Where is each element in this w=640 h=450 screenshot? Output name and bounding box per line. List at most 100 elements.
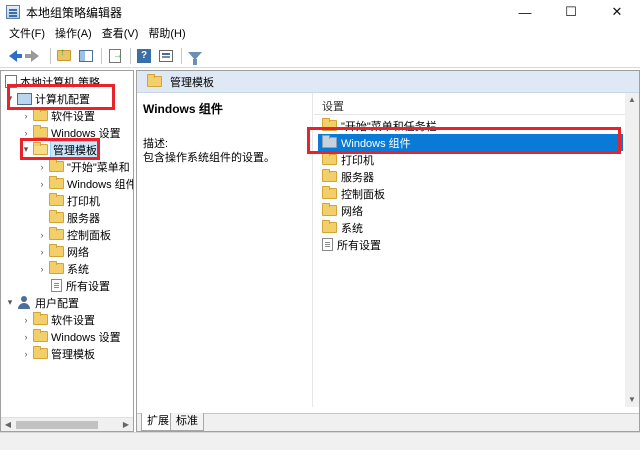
folder-icon	[322, 152, 337, 165]
expand-arrow-icon[interactable]: ›	[37, 247, 47, 257]
tree-item-uc-windows[interactable]: › Windows 设置	[21, 328, 121, 345]
folder-icon	[322, 118, 337, 131]
forward-button[interactable]	[25, 46, 45, 66]
scroll-down-icon[interactable]: ▼	[626, 394, 638, 406]
list-item-control-panel[interactable]: 控制面板	[318, 185, 623, 202]
column-header-setting[interactable]: 设置	[322, 98, 344, 114]
tree-item-label: "开始"菜单和	[67, 161, 130, 174]
expand-arrow-icon[interactable]: ›	[21, 128, 31, 138]
folder-icon	[49, 244, 64, 257]
tree-item-uc-software[interactable]: › 软件设置	[21, 311, 95, 328]
tree-item-control-panel[interactable]: › 控制面板	[37, 226, 111, 243]
expand-arrow-icon[interactable]: ›	[37, 162, 47, 172]
view-tabs: 扩展 标准	[137, 413, 639, 431]
menu-file[interactable]: 文件(F)	[4, 24, 50, 44]
details-header: 管理模板	[137, 71, 639, 93]
all-settings-icon	[51, 279, 62, 292]
list-item-label: 打印机	[341, 154, 374, 167]
list-item-all-settings[interactable]: 所有设置	[318, 236, 623, 253]
window-title: 本地组策略编辑器	[26, 5, 123, 20]
group-policy-app-icon	[6, 5, 20, 19]
tree-item-label: 所有设置	[66, 280, 110, 293]
settings-list: 设置 "开始"菜单和任务栏 Windows 组件 打印机 服务器 控制面板 网络	[314, 93, 639, 407]
expand-arrow-icon[interactable]: ›	[21, 315, 31, 325]
details-pane: 管理模板 Windows 组件 描述: 包含操作系统组件的设置。 设置 "开始"…	[136, 70, 640, 432]
folder-icon	[322, 135, 337, 148]
close-button[interactable]: ✕	[594, 0, 640, 24]
user-icon	[17, 296, 31, 309]
properties-button[interactable]	[156, 46, 176, 66]
description-text: 包含操作系统组件的设置。	[143, 152, 275, 164]
back-button[interactable]	[3, 46, 23, 66]
tree-item-cc-admin-templates[interactable]: ▾ 管理模板	[21, 140, 100, 159]
menu-bar: 文件(F) 操作(A) 查看(V) 帮助(H)	[0, 24, 640, 44]
up-one-level-button[interactable]	[54, 46, 74, 66]
folder-icon	[49, 261, 64, 274]
tree-item-label: 系统	[67, 263, 89, 276]
folder-icon	[322, 203, 337, 216]
tree-item-label: 打印机	[67, 195, 100, 208]
help-icon: ?	[137, 48, 151, 63]
column-header-divider	[314, 114, 639, 115]
collapse-arrow-icon[interactable]: ▾	[5, 297, 15, 308]
menu-view[interactable]: 查看(V)	[97, 24, 144, 44]
tree-item-label: Windows 设置	[51, 127, 121, 140]
export-list-icon	[109, 48, 123, 63]
expand-arrow-icon[interactable]: ›	[21, 332, 31, 342]
list-item-start-menu[interactable]: "开始"菜单和任务栏	[318, 117, 623, 134]
minimize-button[interactable]: —	[502, 0, 548, 24]
expand-arrow-icon[interactable]: ›	[21, 349, 31, 359]
tree-item-label: 软件设置	[51, 110, 95, 123]
tree-item-all-settings[interactable]: 所有设置	[37, 277, 110, 294]
scroll-left-icon[interactable]: ◀	[2, 419, 14, 431]
tree-pane: 本地计算机 策略 ▾ 计算机配置 › 软件设置 › Windows 设置 ▾ 管…	[0, 70, 134, 432]
list-vertical-scrollbar[interactable]: ▲ ▼	[625, 93, 639, 407]
tree-horizontal-scrollbar[interactable]: ◀ ▶	[1, 417, 133, 431]
folder-icon	[322, 186, 337, 199]
toolbar-separator	[50, 47, 51, 64]
tree-item-user-config[interactable]: ▾ 用户配置	[5, 294, 79, 311]
scroll-up-icon[interactable]: ▲	[626, 94, 638, 106]
tree-item-label: 本地计算机 策略	[20, 76, 101, 89]
all-settings-icon	[322, 238, 333, 251]
menu-action[interactable]: 操作(A)	[50, 24, 97, 44]
tree-item-printers[interactable]: 打印机	[37, 192, 100, 209]
tab-standard[interactable]: 标准	[170, 413, 204, 431]
tree-item-uc-admin-templates[interactable]: › 管理模板	[21, 345, 95, 362]
tree-item-network[interactable]: › 网络	[37, 243, 89, 260]
folder-icon	[33, 329, 48, 342]
list-item-network[interactable]: 网络	[318, 202, 623, 219]
tree-item-computer-config[interactable]: ▾ 计算机配置	[5, 90, 90, 107]
tree-item-cc-windows[interactable]: › Windows 设置	[21, 124, 121, 141]
expand-arrow-icon[interactable]: ›	[37, 179, 47, 189]
expand-arrow-icon[interactable]: ›	[37, 264, 47, 274]
tree-item-windows-components[interactable]: › Windows 组件	[37, 175, 133, 192]
tree-item-start-menu[interactable]: › "开始"菜单和	[37, 158, 130, 175]
folder-icon	[33, 108, 48, 121]
export-list-button[interactable]	[105, 46, 125, 66]
list-item-printers[interactable]: 打印机	[318, 151, 623, 168]
help-button[interactable]: ?	[134, 46, 154, 66]
scroll-thumb[interactable]	[16, 421, 98, 429]
folder-icon	[49, 193, 64, 206]
scroll-right-icon[interactable]: ▶	[120, 419, 132, 431]
tree-item-label: 控制面板	[67, 229, 111, 242]
tree-item-root[interactable]: 本地计算机 策略	[3, 73, 100, 90]
list-item-label: Windows 组件	[341, 137, 411, 150]
tree-item-system[interactable]: › 系统	[37, 260, 89, 277]
toolbar-separator	[101, 47, 102, 64]
list-item-system[interactable]: 系统	[318, 219, 623, 236]
list-item-windows-components[interactable]: Windows 组件	[318, 134, 623, 151]
collapse-arrow-icon[interactable]: ▾	[21, 144, 31, 155]
maximize-button[interactable]: ☐	[548, 0, 594, 24]
expand-arrow-icon[interactable]: ›	[21, 111, 31, 121]
list-item-server[interactable]: 服务器	[318, 168, 623, 185]
filter-icon	[188, 51, 202, 65]
tree-item-cc-software[interactable]: › 软件设置	[21, 107, 95, 124]
filter-button[interactable]	[185, 46, 205, 66]
collapse-arrow-icon[interactable]: ▾	[5, 93, 15, 104]
tree-item-server[interactable]: 服务器	[37, 209, 100, 226]
expand-arrow-icon[interactable]: ›	[37, 230, 47, 240]
show-hide-tree-button[interactable]	[76, 46, 96, 66]
menu-help[interactable]: 帮助(H)	[143, 24, 190, 44]
